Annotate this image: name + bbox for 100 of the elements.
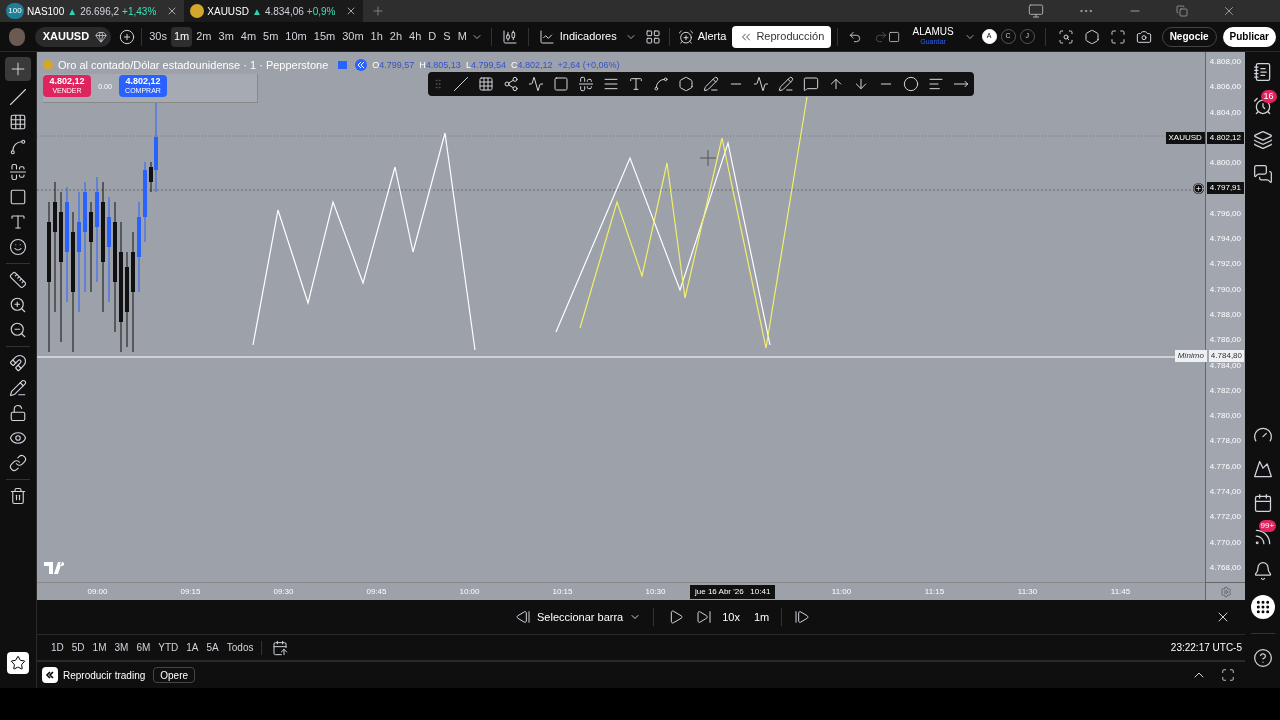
- rectangle-icon[interactable]: [553, 76, 569, 92]
- avatar[interactable]: [9, 27, 25, 46]
- line-icon[interactable]: [9, 88, 27, 106]
- levels-icon[interactable]: [578, 76, 594, 92]
- interval-button[interactable]: 10m: [282, 26, 310, 47]
- curve-icon[interactable]: [653, 76, 669, 92]
- nodes-icon[interactable]: [503, 76, 519, 92]
- alert-button[interactable]: Alerta: [677, 28, 727, 45]
- range-button[interactable]: YTD: [154, 640, 183, 655]
- symbol-search[interactable]: XAUUSD: [34, 26, 112, 47]
- levels-icon[interactable]: [9, 163, 27, 181]
- lines-icon[interactable]: [603, 76, 619, 92]
- grid-icon[interactable]: [478, 76, 494, 92]
- trash-icon[interactable]: [9, 487, 27, 505]
- indicators-button[interactable]: Indicadores: [538, 28, 617, 45]
- calendar-icon[interactable]: [1252, 493, 1273, 513]
- select-bar-dropdown[interactable]: Seleccionar barra: [515, 608, 642, 626]
- layout-icon[interactable]: [888, 29, 901, 44]
- favorites-button[interactable]: [7, 652, 29, 674]
- eye-icon[interactable]: [9, 429, 27, 447]
- undo-icon[interactable]: [848, 29, 863, 44]
- camera-icon[interactable]: [1135, 28, 1152, 45]
- range-button[interactable]: 6M: [132, 640, 155, 655]
- down-arrow-icon[interactable]: [853, 76, 869, 92]
- line-icon[interactable]: [453, 76, 469, 92]
- interval-button[interactable]: 15m: [310, 26, 339, 47]
- monitor-icon[interactable]: [1028, 3, 1044, 19]
- search-icon[interactable]: [1057, 28, 1074, 45]
- interval-button[interactable]: 2h: [386, 26, 406, 47]
- interval-button[interactable]: 2m: [193, 26, 215, 47]
- polyline-icon[interactable]: [528, 76, 544, 92]
- brush-icon[interactable]: [703, 76, 719, 92]
- ruler-icon[interactable]: [9, 271, 27, 289]
- fullscreen-icon[interactable]: [1109, 28, 1126, 45]
- help-icon[interactable]: [1252, 648, 1273, 668]
- crosshair-tool[interactable]: [5, 57, 31, 81]
- interval-button[interactable]: 1m: [170, 26, 193, 47]
- chat-icon[interactable]: [1252, 164, 1273, 184]
- interval-button[interactable]: 4h: [406, 26, 425, 47]
- maximize-icon[interactable]: [1221, 668, 1235, 682]
- restore-icon[interactable]: [1176, 5, 1188, 17]
- compare-icon[interactable]: [119, 28, 136, 45]
- circle-icon[interactable]: [903, 76, 919, 92]
- pencil-icon[interactable]: [9, 379, 27, 397]
- link-icon[interactable]: [9, 454, 27, 472]
- interval-button[interactable]: 30m: [339, 26, 367, 47]
- templates-icon[interactable]: [644, 28, 661, 45]
- drag-handle-icon[interactable]: [432, 78, 444, 90]
- apps-button[interactable]: [1250, 595, 1275, 619]
- play-icon[interactable]: [668, 609, 685, 625]
- browser-tab[interactable]: XAUUSD ▲ 4.834,06 +0,9%: [184, 0, 364, 22]
- calendar-icon[interactable]: [272, 639, 289, 656]
- unlock-icon[interactable]: [9, 404, 27, 422]
- range-button[interactable]: Todos: [222, 640, 258, 655]
- zoom-out-icon[interactable]: [9, 321, 27, 339]
- interval-button[interactable]: 3m: [215, 26, 237, 47]
- up-arrow-icon[interactable]: [828, 76, 844, 92]
- smiley-icon[interactable]: [9, 238, 27, 256]
- watchlist-icon[interactable]: [1252, 62, 1273, 82]
- replay-icon[interactable]: [355, 59, 368, 72]
- candles-icon[interactable]: [501, 28, 518, 45]
- interval-button[interactable]: D: [425, 26, 440, 47]
- speed-button[interactable]: 10x: [722, 608, 740, 626]
- interval-button[interactable]: 5m: [260, 26, 282, 47]
- bell-icon[interactable]: [1252, 561, 1273, 581]
- replay-trading-label[interactable]: Reproducir trading: [63, 667, 146, 683]
- list-icon[interactable]: [928, 76, 944, 92]
- highlighter-icon[interactable]: [778, 76, 794, 92]
- publish-button[interactable]: Publicar: [1222, 26, 1276, 47]
- rectangle-icon[interactable]: [9, 188, 27, 206]
- interval-button[interactable]: 4m: [237, 26, 260, 47]
- layers-icon[interactable]: [1252, 130, 1273, 150]
- range-button[interactable]: 1D: [47, 640, 68, 655]
- jump-to-end-icon[interactable]: [794, 609, 811, 625]
- wave-icon[interactable]: [753, 76, 769, 92]
- interval-button[interactable]: S: [440, 26, 454, 47]
- replay-button[interactable]: Reproducción: [732, 25, 832, 48]
- comment-icon[interactable]: [803, 76, 819, 92]
- range-button[interactable]: 5A: [202, 640, 223, 655]
- settings-icon[interactable]: [1083, 28, 1100, 45]
- range-button[interactable]: 3M: [110, 640, 133, 655]
- range-button[interactable]: 1A: [182, 640, 203, 655]
- mountain-icon[interactable]: [1252, 459, 1273, 479]
- grid-icon[interactable]: [9, 113, 27, 131]
- step-forward-icon[interactable]: [696, 609, 713, 625]
- magnet-icon[interactable]: [9, 354, 27, 372]
- notification-badge: 99+: [1258, 520, 1277, 532]
- range-button[interactable]: 1M: [88, 640, 111, 655]
- add-alert-icon[interactable]: [1192, 183, 1204, 194]
- text-icon[interactable]: [628, 76, 644, 92]
- trade-button[interactable]: Opere: [153, 667, 196, 683]
- interval-button[interactable]: 30s: [146, 26, 170, 47]
- interval-button[interactable]: M: [454, 26, 470, 47]
- zoom-in-icon[interactable]: [9, 296, 27, 314]
- interval-button[interactable]: 1h: [367, 26, 386, 47]
- interval-button[interactable]: 1m: [753, 608, 770, 626]
- range-button[interactable]: 5D: [67, 640, 89, 655]
- text-icon[interactable]: [9, 213, 27, 231]
- shape-icon[interactable]: [678, 76, 694, 92]
- pattern-icon[interactable]: [9, 138, 27, 156]
